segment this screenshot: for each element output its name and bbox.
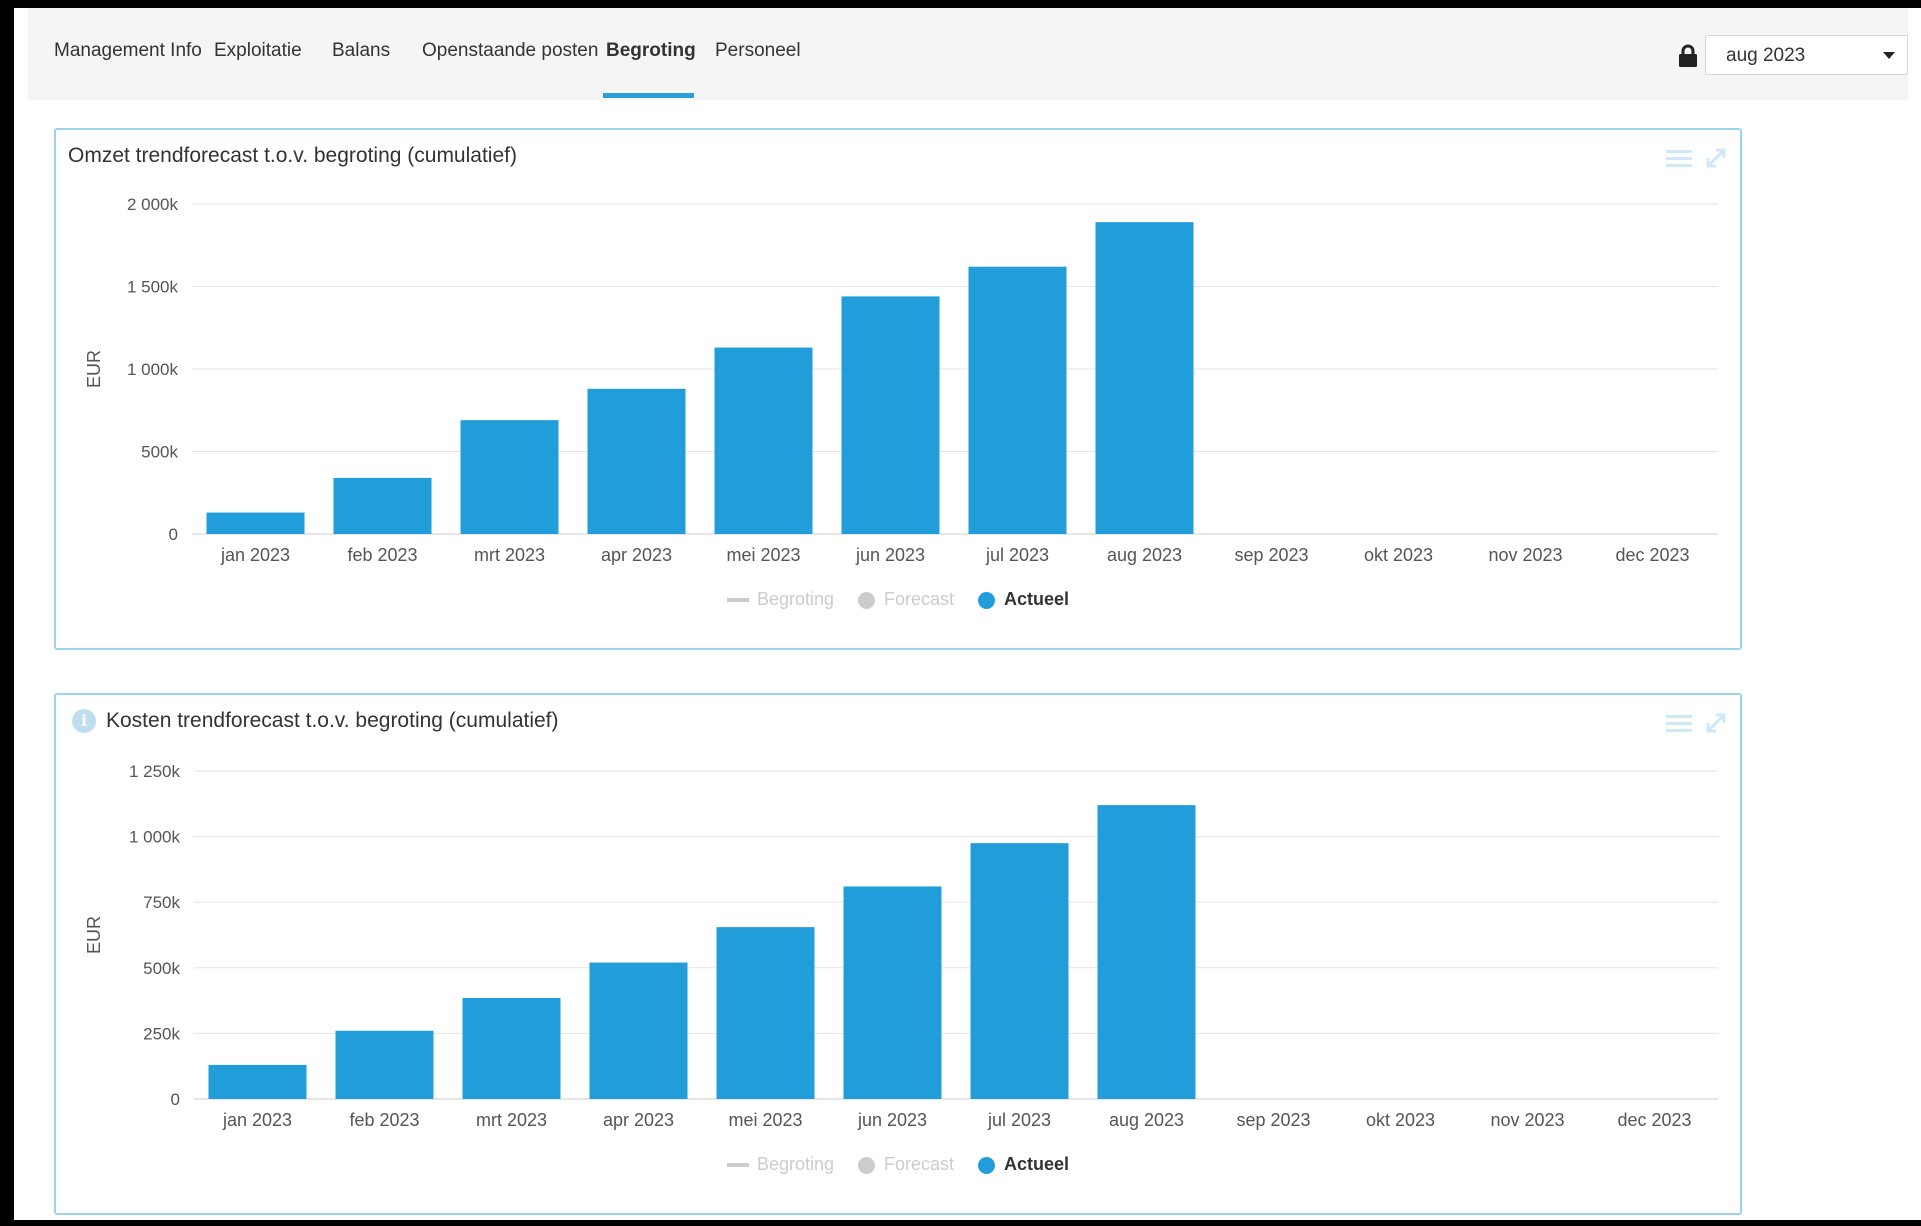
legend-item-actueel[interactable]: Actueel [978,589,1069,610]
legend-dot-symbol [858,591,875,609]
legend-label: Actueel [1004,588,1070,609]
y-axis-label: EUR [84,916,104,954]
legend-label: Begroting [756,588,834,609]
x-tick-label: aug 2023 [1109,1110,1184,1130]
legend-dot-symbol [978,1156,996,1174]
tab-exploitatie[interactable]: Exploitatie [214,40,302,62]
legend-item-begroting[interactable]: Begroting [726,1153,834,1175]
y-axis-label: EUR [84,350,104,388]
x-tick-label: mei 2023 [728,1110,802,1130]
x-tick-label: jul 2023 [987,1110,1051,1130]
y-tick-label: 500k [143,959,180,978]
legend-label: Begroting [756,1153,834,1174]
bar-jan-2023 [208,1064,307,1099]
bar-jul-2023 [968,266,1067,534]
x-tick-label: nov 2023 [1488,545,1562,565]
y-tick-label: 0 [169,525,178,544]
legend-item-forecast[interactable]: Forecast [858,1154,954,1175]
x-tick-label: jan 2023 [220,545,290,565]
y-tick-label: 1 500k [127,278,179,297]
chart-legend: Begroting Forecast Actueel [56,1153,1740,1175]
tab-openstaande-posten[interactable]: Openstaande posten [422,40,598,62]
x-tick-label: feb 2023 [347,545,417,565]
lock-icon[interactable] [1678,44,1698,68]
x-tick-label: okt 2023 [1366,1110,1435,1130]
x-tick-label: apr 2023 [601,545,672,565]
tab-management-info[interactable]: Management Info [54,40,202,62]
legend-line-symbol [726,1163,749,1167]
chevron-down-icon [1883,52,1895,59]
legend-item-actueel[interactable]: Actueel [978,1154,1069,1175]
bar-jun-2023 [841,296,940,534]
y-tick-label: 750k [143,893,180,912]
kosten-bar-chart: 0 250k 500k 750k 1 000k 1 250k EUR jan 2023 feb … [84,762,1718,1130]
x-tick-label: jun 2023 [857,1110,927,1130]
legend-label: Forecast [884,588,955,609]
x-tick-label: dec 2023 [1617,1110,1691,1130]
bar-jun-2023 [843,886,942,1099]
bar-apr-2023 [589,962,688,1099]
tab-personeel[interactable]: Personeel [715,40,801,62]
y-tick-label: 0 [171,1090,180,1109]
bar-jul-2023 [970,843,1069,1099]
bar-mei-2023 [714,347,813,534]
active-tab-indicator [603,93,694,98]
y-tick-label: 250k [143,1024,180,1043]
bar-mei-2023 [716,927,815,1099]
x-tick-label: aug 2023 [1107,545,1182,565]
app-screen: Management Info Exploitatie Balans Opens… [14,8,1921,1220]
period-select[interactable]: aug 2023 [1705,35,1908,75]
bar-jan-2023 [206,512,305,534]
x-tick-label: apr 2023 [603,1110,674,1130]
y-tick-label: 1 000k [129,828,181,847]
y-tick-label: 2 000k [127,195,179,214]
tab-balans[interactable]: Balans [332,40,390,62]
bar-mrt-2023 [462,997,561,1099]
bar-mrt-2023 [460,420,559,534]
y-tick-label: 500k [141,443,178,462]
x-tick-label: dec 2023 [1615,545,1689,565]
bar-apr-2023 [587,388,686,534]
omzet-chart-panel: Omzet trendforecast t.o.v. begroting (cu… [54,128,1742,650]
bar-aug-2023 [1095,222,1194,534]
x-tick-label: jan 2023 [222,1110,292,1130]
x-tick-label: jun 2023 [855,545,925,565]
x-tick-label: nov 2023 [1490,1110,1564,1130]
x-tick-label: mrt 2023 [474,545,545,565]
chart-legend: Begroting Forecast Actueel [56,588,1740,610]
x-tick-label: mei 2023 [726,545,800,565]
legend-item-forecast[interactable]: Forecast [858,589,954,610]
legend-label: Actueel [1004,1153,1070,1174]
x-tick-label: sep 2023 [1234,545,1308,565]
x-tick-label: okt 2023 [1364,545,1433,565]
kosten-chart-panel: i Kosten trendforecast t.o.v. begroting … [54,693,1742,1215]
legend-dot-symbol [978,591,996,609]
x-tick-label: feb 2023 [349,1110,419,1130]
legend-line-symbol [726,598,749,602]
x-tick-label: mrt 2023 [476,1110,547,1130]
bar-feb-2023 [335,1030,434,1099]
x-tick-label: sep 2023 [1236,1110,1310,1130]
y-tick-label: 1 000k [127,360,179,379]
omzet-bar-chart: 0 500k 1 000k 1 500k 2 000k EUR jan 2023 feb 20… [84,195,1718,565]
legend-dot-symbol [858,1156,875,1174]
bar-aug-2023 [1097,805,1196,1099]
legend-label: Forecast [884,1153,955,1174]
period-select-value: aug 2023 [1726,45,1806,66]
bar-feb-2023 [333,477,432,534]
x-tick-label: jul 2023 [985,545,1049,565]
top-navigation: Management Info Exploitatie Balans Opens… [28,8,1908,100]
tab-begroting[interactable]: Begroting [606,40,696,62]
legend-item-begroting[interactable]: Begroting [726,588,834,610]
y-tick-label: 1 250k [129,762,181,781]
